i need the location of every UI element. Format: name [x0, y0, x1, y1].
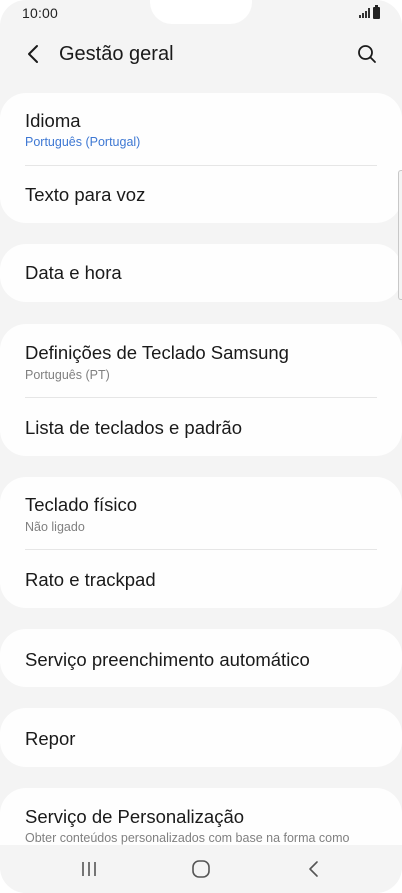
row-title: Texto para voz [25, 184, 146, 205]
list-item-data-e-hora[interactable]: Data e hora [0, 244, 402, 302]
nav-back-icon[interactable] [304, 859, 324, 879]
list-item-rato-trackpad[interactable]: Rato e trackpad [0, 550, 402, 608]
header: Gestão geral [0, 26, 402, 86]
row-title: Definições de Teclado Samsung [25, 342, 289, 363]
search-icon[interactable] [355, 42, 379, 66]
list-item-teclado-fisico[interactable]: Teclado físico Não ligado [0, 477, 402, 549]
signal-icon [359, 8, 370, 18]
row-title: Rato e trackpad [25, 569, 156, 590]
list-item-repor[interactable]: Repor [0, 708, 402, 767]
row-title: Repor [25, 728, 76, 749]
card-language: Idioma Português (Portugal) Texto para v… [0, 93, 402, 223]
row-subtitle: Português (PT) [25, 368, 110, 382]
row-title: Teclado físico [25, 494, 138, 515]
card-autofill: Serviço preenchimento automático [0, 629, 402, 687]
battery-icon [373, 5, 380, 19]
row-subtitle: Obter conteúdos personalizados com base … [25, 831, 350, 845]
row-title: Lista de teclados e padrão [25, 417, 243, 438]
camera-notch [150, 0, 252, 24]
list-item-texto-para-voz[interactable]: Texto para voz [0, 166, 402, 223]
status-time: 10:00 [22, 5, 59, 21]
card-date-time: Data e hora [0, 244, 402, 302]
status-icons [359, 5, 380, 19]
row-title: Idioma [25, 110, 81, 131]
list-item-definicoes-teclado[interactable]: Definições de Teclado Samsung Português … [0, 324, 402, 396]
screen: 10:00 Gestão geral Idioma Português (Por… [0, 0, 402, 893]
row-title: Serviço preenchimento automático [25, 649, 310, 670]
home-icon[interactable] [191, 859, 211, 879]
scroll-indicator[interactable] [398, 170, 402, 300]
back-arrow-icon[interactable] [22, 42, 46, 66]
list-item-preenchimento[interactable]: Serviço preenchimento automático [0, 629, 402, 687]
card-physical-keyboard: Teclado físico Não ligado Rato e trackpa… [0, 477, 402, 608]
navigation-bar [0, 845, 402, 893]
list-item-lista-teclados[interactable]: Lista de teclados e padrão [0, 398, 402, 456]
page-title: Gestão geral [59, 43, 174, 65]
card-reset: Repor [0, 708, 402, 767]
row-subtitle: Português (Portugal) [25, 135, 141, 149]
row-title: Data e hora [25, 262, 122, 283]
row-subtitle: Não ligado [25, 520, 85, 534]
recents-icon[interactable] [79, 860, 99, 878]
row-title: Serviço de Personalização [25, 806, 245, 827]
list-item-idioma[interactable]: Idioma Português (Portugal) [0, 93, 402, 165]
card-keyboard: Definições de Teclado Samsung Português … [0, 324, 402, 456]
